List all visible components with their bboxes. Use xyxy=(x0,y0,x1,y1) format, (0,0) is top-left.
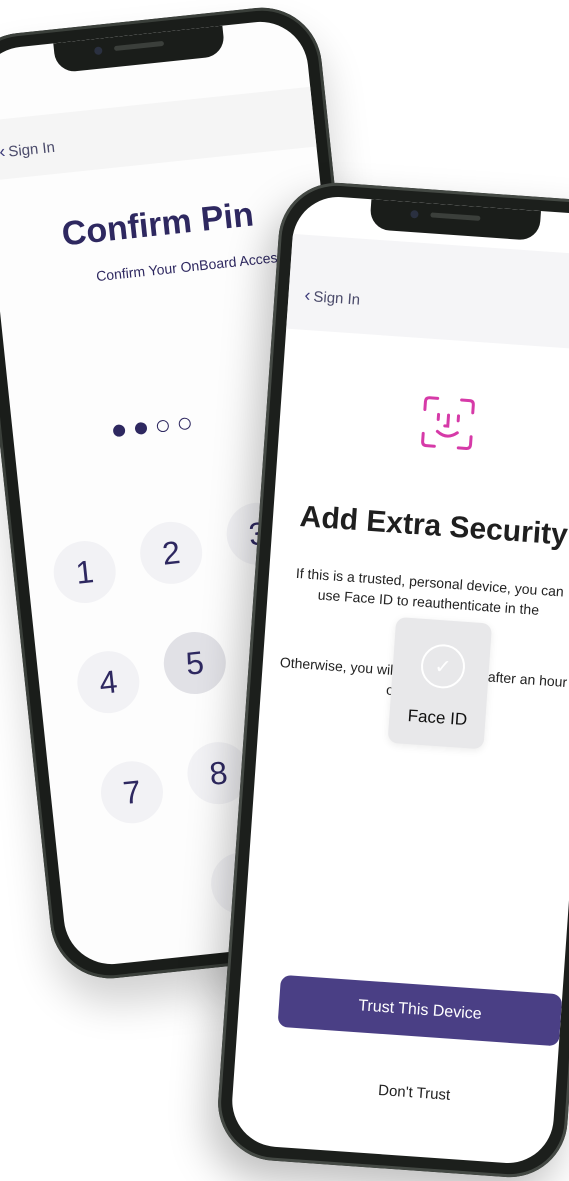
page-title: Add Extra Security xyxy=(272,498,569,554)
dont-trust-button[interactable]: Don't Trust xyxy=(273,1075,555,1112)
nav-bar: ‹Sign In xyxy=(286,234,569,351)
speaker-grille xyxy=(430,212,480,220)
face-id-prompt: ✓ Face ID xyxy=(388,617,493,749)
front-camera xyxy=(94,46,103,55)
face-id-icon xyxy=(418,393,478,453)
pin-dot-filled xyxy=(134,422,147,435)
front-camera xyxy=(410,210,419,219)
pin-dot-empty xyxy=(178,417,191,430)
marketing-stage: ‹Sign In Confirm Pin Confirm Your OnBoar… xyxy=(0,0,569,1158)
chevron-left-icon: ‹ xyxy=(0,141,6,162)
pin-dot-empty xyxy=(156,419,169,432)
trust-device-button[interactable]: Trust This Device xyxy=(277,975,562,1047)
key-1[interactable]: 1 xyxy=(51,538,119,606)
description-text: If this is a trusted, personal device, y… xyxy=(287,562,569,622)
key-5[interactable]: 5 xyxy=(161,629,229,697)
back-button[interactable]: ‹Sign In xyxy=(0,136,56,163)
face-id-label: Face ID xyxy=(389,705,486,732)
back-button[interactable]: ‹Sign In xyxy=(304,285,361,310)
nav-bar: ‹Sign In xyxy=(0,87,316,181)
pin-progress xyxy=(113,417,192,437)
key-2[interactable]: 2 xyxy=(137,519,205,587)
chevron-left-icon: ‹ xyxy=(304,285,311,305)
back-label: Sign In xyxy=(313,288,361,308)
key-7[interactable]: 7 xyxy=(98,758,166,826)
back-label: Sign In xyxy=(8,139,56,161)
speaker-grille xyxy=(114,41,164,51)
pin-dot-filled xyxy=(113,424,126,437)
checkmark-circle-icon: ✓ xyxy=(420,643,467,690)
key-4[interactable]: 4 xyxy=(74,648,142,716)
